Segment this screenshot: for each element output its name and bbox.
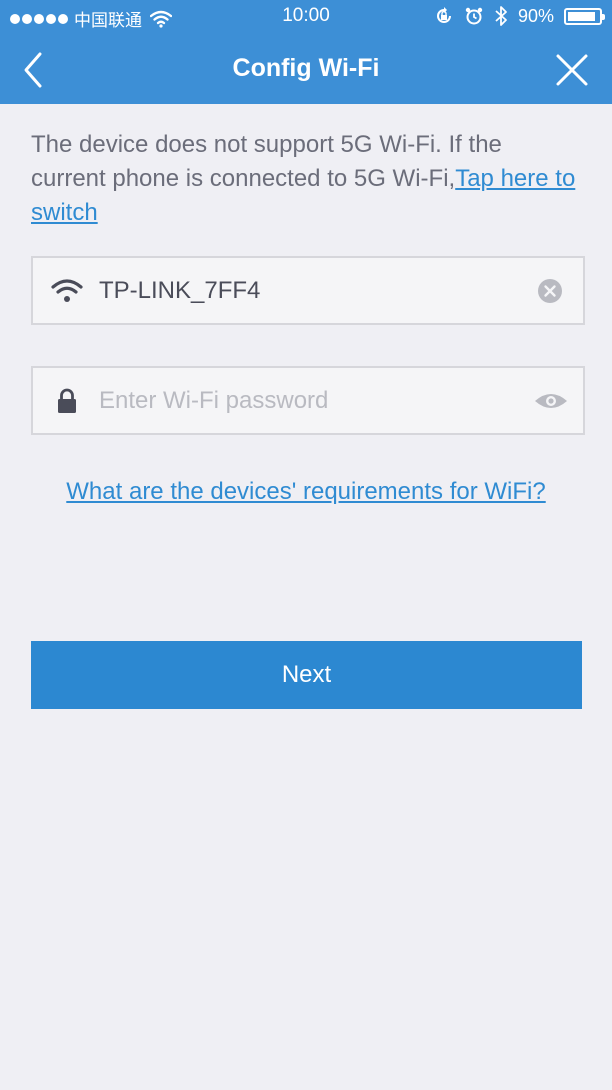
page-title: Config Wi-Fi (232, 54, 380, 82)
clear-ssid-button[interactable] (537, 278, 563, 304)
bluetooth-icon (495, 6, 507, 26)
wifi-icon (51, 279, 83, 302)
5g-notice: The device does not support 5G Wi-Fi. If… (31, 128, 581, 230)
ssid-field (31, 256, 585, 325)
password-input[interactable] (97, 368, 517, 433)
wifi-requirements-link[interactable]: What are the devices' requirements for W… (0, 478, 612, 506)
header-bar: 中国联通 10:00 90% Config Wi-Fi (0, 0, 612, 104)
close-icon (556, 54, 588, 86)
battery-icon (564, 7, 605, 25)
close-button[interactable] (552, 50, 592, 90)
lock-icon (58, 388, 76, 413)
nav-bar: Config Wi-Fi (0, 34, 612, 104)
eye-icon (535, 394, 567, 408)
alarm-icon (465, 7, 483, 25)
ssid-input[interactable] (97, 258, 517, 323)
battery-level (568, 11, 595, 21)
notice-text: The device does not support 5G Wi-Fi. If… (31, 131, 502, 192)
status-right: 90% (434, 5, 605, 27)
toggle-password-visibility-button[interactable] (533, 388, 569, 414)
next-button[interactable]: Next (31, 641, 582, 709)
rotation-lock-icon (437, 7, 451, 23)
password-field (31, 366, 585, 435)
battery-percent: 90% (517, 5, 554, 26)
clear-icon (538, 279, 562, 303)
status-bar: 中国联通 10:00 90% (0, 0, 612, 34)
